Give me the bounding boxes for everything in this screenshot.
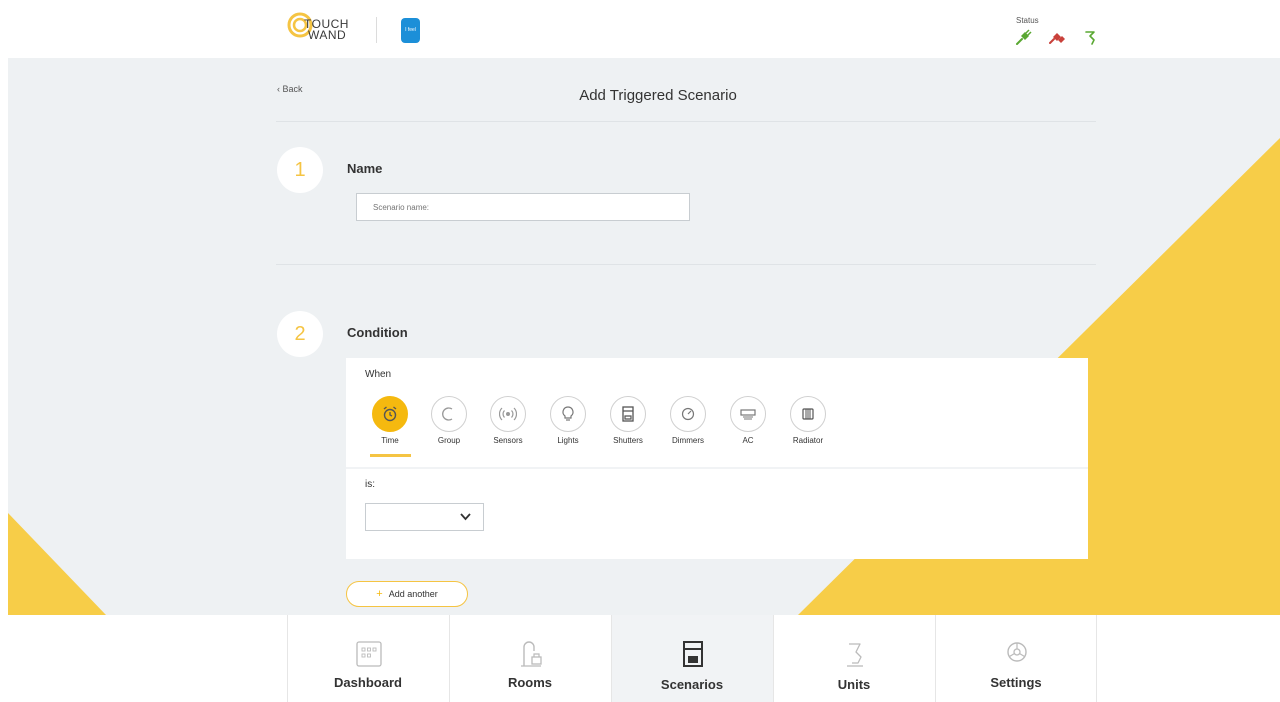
step-number-1: 1 bbox=[277, 147, 323, 193]
scenario-name-input[interactable] bbox=[356, 193, 690, 221]
nav-label: Dashboard bbox=[334, 675, 402, 690]
trigger-label: Time bbox=[381, 436, 399, 445]
back-link[interactable]: ‹ Back bbox=[277, 84, 303, 94]
trigger-ac[interactable]: AC bbox=[720, 396, 776, 445]
chevron-down-icon bbox=[460, 513, 471, 521]
logo-line-2: WAND bbox=[308, 28, 347, 42]
trigger-label: Lights bbox=[557, 436, 579, 445]
step-label-condition: Condition bbox=[347, 325, 408, 340]
when-label: When bbox=[365, 369, 392, 380]
trigger-label: Radiator bbox=[792, 436, 824, 445]
active-trigger-underline bbox=[370, 454, 411, 457]
units-icon bbox=[847, 643, 863, 667]
trigger-radiator[interactable]: Radiator bbox=[780, 396, 836, 445]
is-label: is: bbox=[365, 479, 375, 490]
condition-select[interactable] bbox=[365, 503, 484, 531]
status-arrow-green-icon[interactable] bbox=[1082, 28, 1100, 46]
nav-label: Units bbox=[837, 677, 871, 692]
shutter-icon bbox=[622, 406, 634, 422]
light-bulb-icon bbox=[562, 406, 574, 421]
status-plug-red-icon[interactable] bbox=[1048, 28, 1066, 46]
rooms-icon bbox=[521, 641, 542, 667]
status-label: Status bbox=[1016, 16, 1039, 25]
nav-label: Rooms bbox=[507, 675, 553, 690]
group-icon bbox=[442, 407, 453, 421]
card-divider bbox=[346, 467, 1088, 469]
bottom-nav: Dashboard Rooms Scenarios Units Settings bbox=[0, 615, 1280, 702]
trigger-time[interactable]: Time bbox=[362, 396, 418, 445]
logo-divider bbox=[376, 17, 377, 43]
dimmer-icon bbox=[681, 407, 695, 421]
scenarios-icon bbox=[683, 641, 703, 667]
partner-logo: I feel bbox=[401, 18, 420, 43]
decor-triangle-left bbox=[8, 513, 106, 615]
nav-units[interactable]: Units bbox=[773, 615, 935, 702]
main-content: ‹ Back Add Triggered Scenario 1 Name 2 C… bbox=[8, 58, 1280, 615]
page-title: Add Triggered Scenario bbox=[579, 87, 737, 104]
back-label: Back bbox=[282, 84, 303, 94]
status-plug-green-icon[interactable] bbox=[1014, 28, 1032, 46]
trigger-lights[interactable]: Lights bbox=[540, 396, 596, 445]
sensor-icon bbox=[499, 407, 517, 421]
settings-icon bbox=[1007, 642, 1027, 662]
nav-label: Settings bbox=[990, 675, 1042, 690]
touchwand-logo-text: TOUCH WAND bbox=[304, 18, 349, 42]
nav-settings[interactable]: Settings bbox=[935, 615, 1097, 702]
condition-card: When Time Group Sensors Lights Shutters … bbox=[346, 358, 1088, 559]
trigger-label: Shutters bbox=[613, 436, 643, 445]
top-header: TOUCH WAND I feel Status bbox=[0, 0, 1280, 58]
trigger-sensors[interactable]: Sensors bbox=[480, 396, 536, 445]
nav-scenarios[interactable]: Scenarios bbox=[611, 615, 773, 702]
section-divider bbox=[276, 121, 1096, 122]
section-divider bbox=[276, 264, 1096, 265]
step-label-name: Name bbox=[347, 161, 383, 176]
trigger-label: AC bbox=[742, 436, 754, 445]
step-number-2: 2 bbox=[277, 311, 323, 357]
trigger-label: Dimmers bbox=[672, 436, 704, 445]
alarm-clock-icon bbox=[383, 406, 397, 422]
trigger-label: Sensors bbox=[493, 436, 523, 445]
dashboard-icon bbox=[356, 641, 382, 667]
ac-icon bbox=[740, 409, 756, 420]
trigger-dimmers[interactable]: Dimmers bbox=[660, 396, 716, 445]
radiator-icon bbox=[802, 408, 814, 420]
add-another-button[interactable]: + Add another bbox=[346, 581, 468, 607]
plus-icon: + bbox=[376, 588, 383, 600]
nav-label: Scenarios bbox=[660, 677, 724, 692]
nav-rooms[interactable]: Rooms bbox=[449, 615, 611, 702]
trigger-group[interactable]: Group bbox=[421, 396, 477, 445]
trigger-label: Group bbox=[437, 436, 461, 445]
add-another-label: Add another bbox=[388, 589, 438, 599]
trigger-shutters[interactable]: Shutters bbox=[600, 396, 656, 445]
nav-dashboard[interactable]: Dashboard bbox=[287, 615, 449, 702]
